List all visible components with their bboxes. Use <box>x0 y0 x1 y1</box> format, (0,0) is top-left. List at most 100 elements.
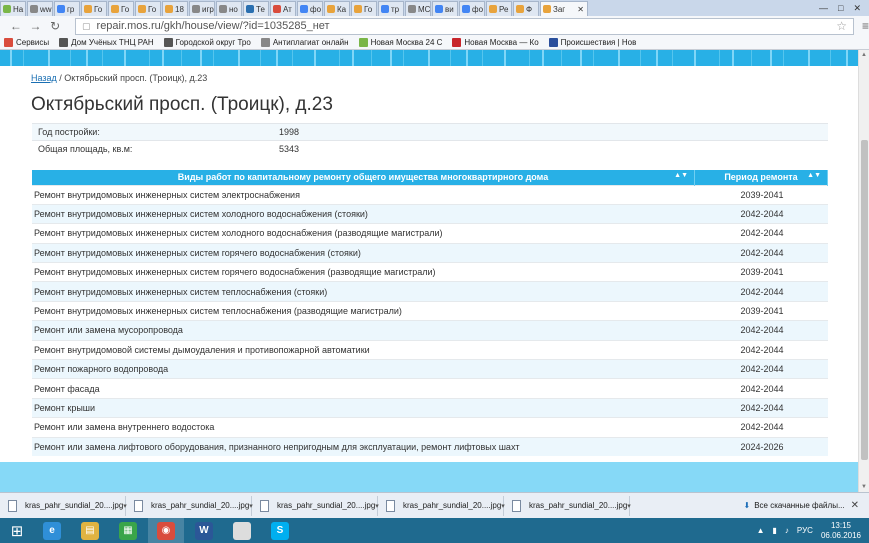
browser-tab[interactable]: ви <box>432 1 458 16</box>
explorer-icon: ▤ <box>81 521 99 540</box>
browser-tab[interactable]: Го <box>108 1 134 16</box>
tab-favicon-icon <box>165 5 173 13</box>
taskbar-app-store[interactable]: ▦ <box>110 518 146 543</box>
browser-tab[interactable]: фо <box>297 1 323 16</box>
browser-tab[interactable]: ww <box>27 1 53 16</box>
browser-tab[interactable]: фо <box>459 1 485 16</box>
taskbar-app-word[interactable]: W <box>186 518 222 543</box>
download-item[interactable]: kras_pahr_sundial_20....jpg ▾ <box>256 495 379 516</box>
chevron-down-icon[interactable]: ▾ <box>627 502 631 510</box>
menu-icon[interactable]: ≡ <box>862 19 869 33</box>
show-all-downloads[interactable]: ⬇ Все скачанные файлы... <box>743 501 844 510</box>
bookmark-label: Новая Москва 24 С <box>370 38 443 47</box>
minimize-icon[interactable]: — <box>819 3 828 13</box>
browser-tab-active[interactable]: Заг ✕ <box>540 1 588 16</box>
scroll-down-icon[interactable]: ▼ <box>861 484 867 490</box>
maximize-icon[interactable]: □ <box>838 3 843 13</box>
header-pattern <box>808 50 831 66</box>
bookmark-favicon-icon <box>260 38 270 47</box>
bookmark-item[interactable]: Происшествия | Нов <box>548 38 636 47</box>
language-indicator[interactable]: РУС <box>797 526 813 535</box>
bookmark-label: Городской округ Тро <box>175 38 251 47</box>
browser-tab[interactable]: тр <box>378 1 404 16</box>
header-pattern <box>124 50 150 66</box>
download-item[interactable]: kras_pahr_sundial_20....jpg ▾ <box>382 495 505 516</box>
forward-icon[interactable]: → <box>28 19 44 33</box>
tab-favicon-icon <box>273 5 281 13</box>
tab-label: Ат <box>283 4 292 14</box>
taskbar-app-blank[interactable] <box>224 518 260 543</box>
browser-tab[interactable]: Ф <box>513 1 539 16</box>
chevron-down-icon[interactable]: ▾ <box>249 502 253 510</box>
close-downloads-icon[interactable]: ✕ <box>851 500 859 511</box>
download-item[interactable]: kras_pahr_sundial_20....jpg ▾ <box>4 495 127 516</box>
file-icon <box>260 499 269 512</box>
volume-icon[interactable]: ♪ <box>785 526 789 535</box>
windows-taskbar: ⊞ e ▤ ▦ ◉ W S ▲ ▮ ♪ РУС 13:15 06.06.2016 <box>0 518 869 543</box>
browser-tab[interactable]: МС <box>405 1 431 16</box>
tray-arrow-icon[interactable]: ▲ <box>757 526 765 535</box>
header-pattern <box>162 50 182 66</box>
browser-tab[interactable]: но <box>216 1 242 16</box>
clock[interactable]: 13:15 06.06.2016 <box>821 521 861 541</box>
bookmark-item[interactable]: Дом Учёных ТНЦ РАН <box>59 38 154 47</box>
taskbar-app-explorer[interactable]: ▤ <box>72 518 108 543</box>
chevron-down-icon[interactable]: ▾ <box>501 502 505 510</box>
column-header-period[interactable]: Период ремонта ▲▼ <box>694 170 828 185</box>
tab-favicon-icon <box>192 5 200 13</box>
browser-tab[interactable]: Го <box>81 1 107 16</box>
work-cell: Ремонт внутридомовых инженерных систем г… <box>32 242 695 263</box>
table-row: Ремонт крыши 2042-2044 <box>32 397 828 418</box>
browser-tab[interactable]: гр <box>54 1 80 16</box>
bookmark-star-icon[interactable]: ☆ <box>836 19 847 33</box>
download-item[interactable]: kras_pahr_sundial_20....jpg ▾ <box>508 495 631 516</box>
header-pattern <box>466 50 483 66</box>
download-icon: ⬇ <box>743 501 751 510</box>
info-row: Год постройки: 1998 <box>32 123 828 141</box>
browser-tab[interactable]: Ре <box>486 1 512 16</box>
scrollbar-thumb[interactable] <box>861 140 868 460</box>
bookmark-item[interactable]: Новая Москва — Ко <box>452 38 539 47</box>
bookmark-item[interactable]: Новая Москва 24 С <box>358 38 443 47</box>
tab-close-icon[interactable]: ✕ <box>577 5 584 14</box>
tab-favicon-icon <box>354 5 362 13</box>
chevron-down-icon[interactable]: ▾ <box>375 502 379 510</box>
download-filename: kras_pahr_sundial_20....jpg <box>25 501 124 510</box>
column-header-works[interactable]: Виды работ по капитальному ремонту общег… <box>32 170 695 185</box>
close-window-icon[interactable]: ✕ <box>853 3 861 14</box>
browser-tab[interactable]: Го <box>135 1 161 16</box>
back-icon[interactable]: ← <box>8 19 24 33</box>
reload-icon[interactable]: ↻ <box>47 19 63 33</box>
address-bar[interactable]: ▢ repair.mos.ru/gkh/house/view/?id=10352… <box>75 17 854 35</box>
browser-tab[interactable]: Те <box>243 1 269 16</box>
work-cell: Ремонт внутридомовых инженерных систем т… <box>32 281 695 302</box>
browser-toolbar: ← → ↻ ▢ repair.mos.ru/gkh/house/view/?id… <box>0 16 869 36</box>
scroll-up-icon[interactable]: ▲ <box>861 52 867 58</box>
bookmark-item[interactable]: Городской округ Тро <box>163 38 251 47</box>
browser-tab[interactable]: Го <box>351 1 377 16</box>
header-pattern <box>390 50 404 66</box>
browser-tab[interactable]: Ат <box>270 1 296 16</box>
work-cell: Ремонт или замена мусоропровода <box>32 320 695 341</box>
back-link[interactable]: Назад <box>31 73 57 83</box>
taskbar-app-skype[interactable]: S <box>262 518 298 543</box>
chevron-down-icon[interactable]: ▾ <box>123 502 127 510</box>
sort-icon[interactable]: ▲▼ <box>807 172 821 179</box>
network-icon[interactable]: ▮ <box>773 526 777 535</box>
header-pattern <box>200 50 214 66</box>
browser-tab[interactable]: Ка <box>324 1 350 16</box>
tab-label: 18 <box>175 4 184 14</box>
sort-icon[interactable]: ▲▼ <box>674 172 688 179</box>
work-cell: Ремонт внутридомовых инженерных систем э… <box>32 184 695 205</box>
bookmark-item[interactable]: Антиплагиат онлайн <box>260 38 349 47</box>
taskbar-app-chrome[interactable]: ◉ <box>148 518 184 543</box>
browser-tab[interactable]: 18 <box>162 1 188 16</box>
page-scrollbar[interactable]: ▲ ▼ <box>858 50 869 492</box>
taskbar-app-ie[interactable]: e <box>34 518 70 543</box>
start-button-icon[interactable]: ⊞ <box>0 518 34 543</box>
info-key: Год постройки: <box>32 123 273 141</box>
browser-tab[interactable]: На <box>0 1 26 16</box>
download-item[interactable]: kras_pahr_sundial_20....jpg ▾ <box>130 495 253 516</box>
bookmark-item[interactable]: Сервисы <box>4 38 49 47</box>
browser-tab[interactable]: игр <box>189 1 215 16</box>
